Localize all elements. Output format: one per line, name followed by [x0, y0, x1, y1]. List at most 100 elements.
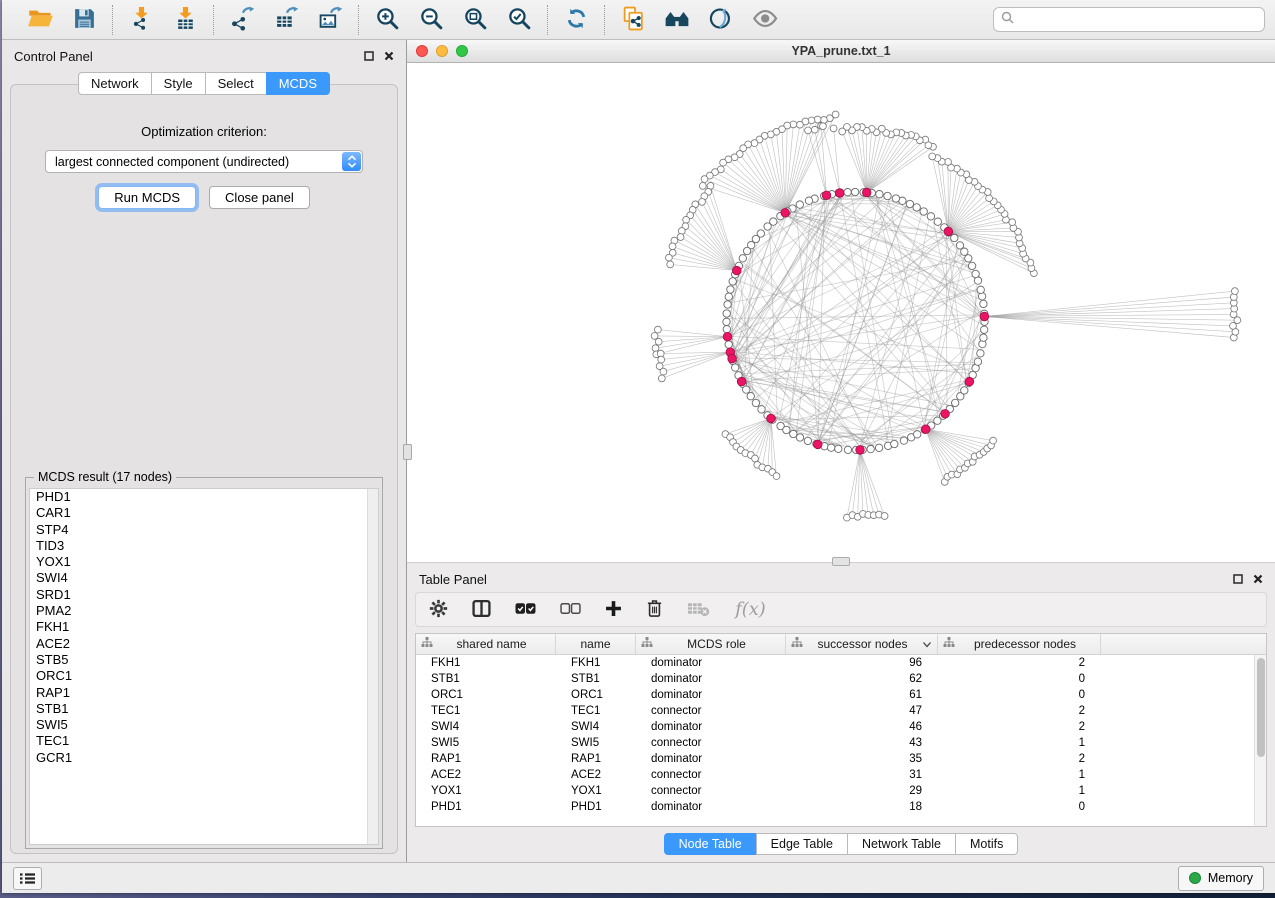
- column-header-filler: [1101, 634, 1266, 654]
- close-traffic-light[interactable]: [416, 45, 428, 57]
- tab-motifs[interactable]: Motifs: [955, 833, 1018, 855]
- mcds-result-item[interactable]: ACE2: [30, 636, 378, 652]
- mcds-result-item[interactable]: TEC1: [30, 733, 378, 749]
- table-row[interactable]: YOX1YOX1connector291: [416, 783, 1266, 799]
- import-network-button[interactable]: [123, 5, 159, 35]
- mcds-result-item[interactable]: SWI4: [30, 570, 378, 586]
- mcds-result-item[interactable]: GCR1: [30, 750, 378, 766]
- table-panel-close-button[interactable]: [1253, 574, 1263, 584]
- toolbar-group: [12, 5, 113, 35]
- save-session-button[interactable]: [66, 5, 102, 35]
- table-row[interactable]: RAP1RAP1dominator352: [416, 751, 1266, 767]
- export-image-button[interactable]: [312, 5, 348, 35]
- table-scrollbar[interactable]: [1254, 655, 1266, 826]
- delete-button[interactable]: [646, 599, 663, 621]
- column-label: successor nodes: [803, 637, 922, 651]
- mcds-result-item[interactable]: STB1: [30, 701, 378, 717]
- network-graph[interactable]: [407, 63, 1275, 562]
- deselect-all-button[interactable]: [560, 602, 581, 618]
- mcds-result-item[interactable]: SRD1: [30, 587, 378, 603]
- show-hide-button[interactable]: [747, 5, 783, 35]
- mcds-result-item[interactable]: YOX1: [30, 554, 378, 570]
- node-table-header: shared name name MCDS role successor nodes p…: [416, 634, 1266, 655]
- zoom-out-button[interactable]: [413, 5, 449, 35]
- control-panel-float-button[interactable]: [364, 51, 374, 61]
- control-panel-title: Control Panel: [14, 49, 93, 64]
- import-network-icon: [129, 6, 154, 34]
- tab-select[interactable]: Select: [205, 72, 266, 95]
- gear-button[interactable]: [429, 599, 448, 621]
- mcds-result-items: PHD1CAR1STP4TID3YOX1SWI4SRD1PMA2FKH1ACE2…: [30, 489, 378, 766]
- clone-network-icon: [621, 6, 646, 34]
- search-input[interactable]: [1019, 13, 1257, 27]
- column-header-MCDS-role[interactable]: MCDS role: [636, 634, 786, 654]
- column-header-predecessor-nodes[interactable]: predecessor nodes: [938, 634, 1101, 654]
- table-row[interactable]: SWI4SWI4dominator462: [416, 719, 1266, 735]
- vertical-splitter-handle[interactable]: [403, 444, 412, 460]
- mcds-result-item[interactable]: RAP1: [30, 685, 378, 701]
- table-row[interactable]: FKH1FKH1dominator962: [416, 655, 1266, 671]
- minimize-traffic-light[interactable]: [436, 45, 448, 57]
- mcds-result-item[interactable]: STB5: [30, 652, 378, 668]
- column-header-successor-nodes[interactable]: successor nodes: [786, 634, 938, 654]
- mcds-result-item[interactable]: ORC1: [30, 668, 378, 684]
- export-table-button[interactable]: [268, 5, 304, 35]
- tab-node-table[interactable]: Node Table: [664, 833, 756, 855]
- table-cell: SWI4: [416, 721, 556, 733]
- mcds-result-item[interactable]: STP4: [30, 522, 378, 538]
- table-scrollbar-thumb[interactable]: [1257, 658, 1265, 757]
- table-panel-float-button[interactable]: [1233, 574, 1243, 584]
- export-network-button[interactable]: [224, 5, 260, 35]
- columns-button[interactable]: [472, 599, 491, 621]
- table-row[interactable]: SWI5SWI5connector431: [416, 735, 1266, 751]
- search-box[interactable]: [993, 7, 1265, 32]
- tab-mcds[interactable]: MCDS: [266, 72, 330, 95]
- select-all-button[interactable]: [515, 602, 536, 618]
- tab-edge-table[interactable]: Edge Table: [756, 833, 847, 855]
- zoom-fit-button[interactable]: [457, 5, 493, 35]
- column-header-shared-name[interactable]: shared name: [416, 634, 556, 654]
- node-table: shared name name MCDS role successor nodes p…: [415, 633, 1267, 827]
- import-table-button[interactable]: [167, 5, 203, 35]
- task-history-button[interactable]: [13, 867, 42, 890]
- table-row[interactable]: ACE2ACE2connector311: [416, 767, 1266, 783]
- mcds-result-scrollbar[interactable]: [367, 489, 378, 844]
- tab-network-table[interactable]: Network Table: [847, 833, 955, 855]
- search-binoculars-button[interactable]: [659, 5, 695, 35]
- mcds-result-item[interactable]: PHD1: [30, 489, 378, 505]
- run-mcds-button[interactable]: Run MCDS: [98, 186, 196, 209]
- network-canvas[interactable]: [407, 63, 1275, 562]
- tab-network[interactable]: Network: [78, 72, 151, 95]
- open-file-icon: [27, 5, 54, 35]
- column-header-name[interactable]: name: [556, 634, 636, 654]
- table-row[interactable]: TEC1TEC1connector472: [416, 703, 1266, 719]
- optimization-criterion-select[interactable]: largest connected component (undirected): [45, 150, 363, 173]
- zoom-in-button[interactable]: [369, 5, 405, 35]
- column-label: name: [561, 637, 630, 651]
- horizontal-splitter-handle[interactable]: [832, 557, 850, 566]
- graphics-details-icon: [708, 5, 734, 34]
- mcds-result-list[interactable]: PHD1CAR1STP4TID3YOX1SWI4SRD1PMA2FKH1ACE2…: [29, 488, 379, 845]
- graphics-details-button[interactable]: [703, 5, 739, 35]
- mcds-result-item[interactable]: FKH1: [30, 619, 378, 635]
- refresh-network-button[interactable]: [558, 5, 594, 35]
- open-file-button[interactable]: [22, 5, 58, 35]
- table-cell: 1: [938, 769, 1101, 781]
- add-button[interactable]: [605, 600, 622, 620]
- mcds-result-item[interactable]: TID3: [30, 538, 378, 554]
- memory-button[interactable]: Memory: [1178, 866, 1264, 891]
- list-icon: [19, 872, 36, 885]
- clone-network-button[interactable]: [615, 5, 651, 35]
- mcds-result-item[interactable]: SWI5: [30, 717, 378, 733]
- table-row[interactable]: ORC1ORC1dominator610: [416, 687, 1266, 703]
- table-row[interactable]: PHD1PHD1dominator180: [416, 799, 1266, 815]
- zoom-selected-button[interactable]: [501, 5, 537, 35]
- maximize-traffic-light[interactable]: [456, 45, 468, 57]
- close-panel-button[interactable]: Close panel: [209, 186, 310, 209]
- mcds-result-item[interactable]: CAR1: [30, 505, 378, 521]
- table-cell: ORC1: [416, 689, 556, 701]
- table-row[interactable]: STB1STB1dominator620: [416, 671, 1266, 687]
- tab-style[interactable]: Style: [151, 72, 205, 95]
- mcds-result-item[interactable]: PMA2: [30, 603, 378, 619]
- control-panel-close-button[interactable]: [384, 51, 394, 61]
